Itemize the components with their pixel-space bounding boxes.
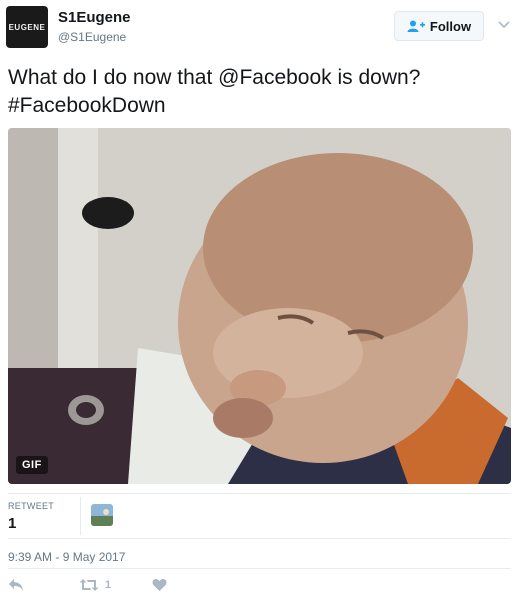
stats-separator	[80, 497, 81, 535]
tweet-timestamp[interactable]: 9:39 AM - 9 May 2017	[8, 550, 125, 564]
follow-user-icon	[407, 20, 425, 32]
like-button[interactable]	[152, 576, 167, 594]
tweet-text-line-2: #FacebookDown	[8, 94, 166, 117]
follow-label: Follow	[429, 18, 472, 34]
gif-media[interactable]: GIF	[8, 128, 511, 484]
retweet-action-count: 1	[105, 579, 112, 591]
retweet-stat-label[interactable]: RETWEET	[8, 501, 54, 511]
chevron-down-icon[interactable]	[498, 20, 510, 30]
gif-image	[8, 128, 511, 484]
divider-middle	[8, 538, 511, 539]
follow-button[interactable]: Follow	[394, 11, 484, 41]
gif-badge: GIF	[16, 456, 48, 474]
divider-top	[8, 493, 511, 494]
user-handle[interactable]: @S1Eugene	[58, 30, 126, 44]
display-name[interactable]: S1Eugene	[58, 9, 131, 26]
retweeter-avatar[interactable]	[91, 504, 113, 526]
heart-icon	[152, 578, 167, 591]
avatar-text: EUGENE	[8, 22, 46, 32]
user-avatar[interactable]: EUGENE	[6, 6, 48, 48]
divider-bottom	[8, 568, 511, 569]
tweet-text: What do I do now that @Facebook is down?…	[8, 64, 508, 120]
retweet-button[interactable]: 1	[79, 576, 111, 594]
tweet-text-line-1: What do I do now that @Facebook is down?	[8, 66, 421, 89]
reply-icon	[9, 579, 23, 591]
retweet-icon	[79, 579, 99, 591]
reply-button[interactable]	[8, 576, 24, 594]
retweet-stat-count[interactable]: 1	[8, 515, 16, 532]
